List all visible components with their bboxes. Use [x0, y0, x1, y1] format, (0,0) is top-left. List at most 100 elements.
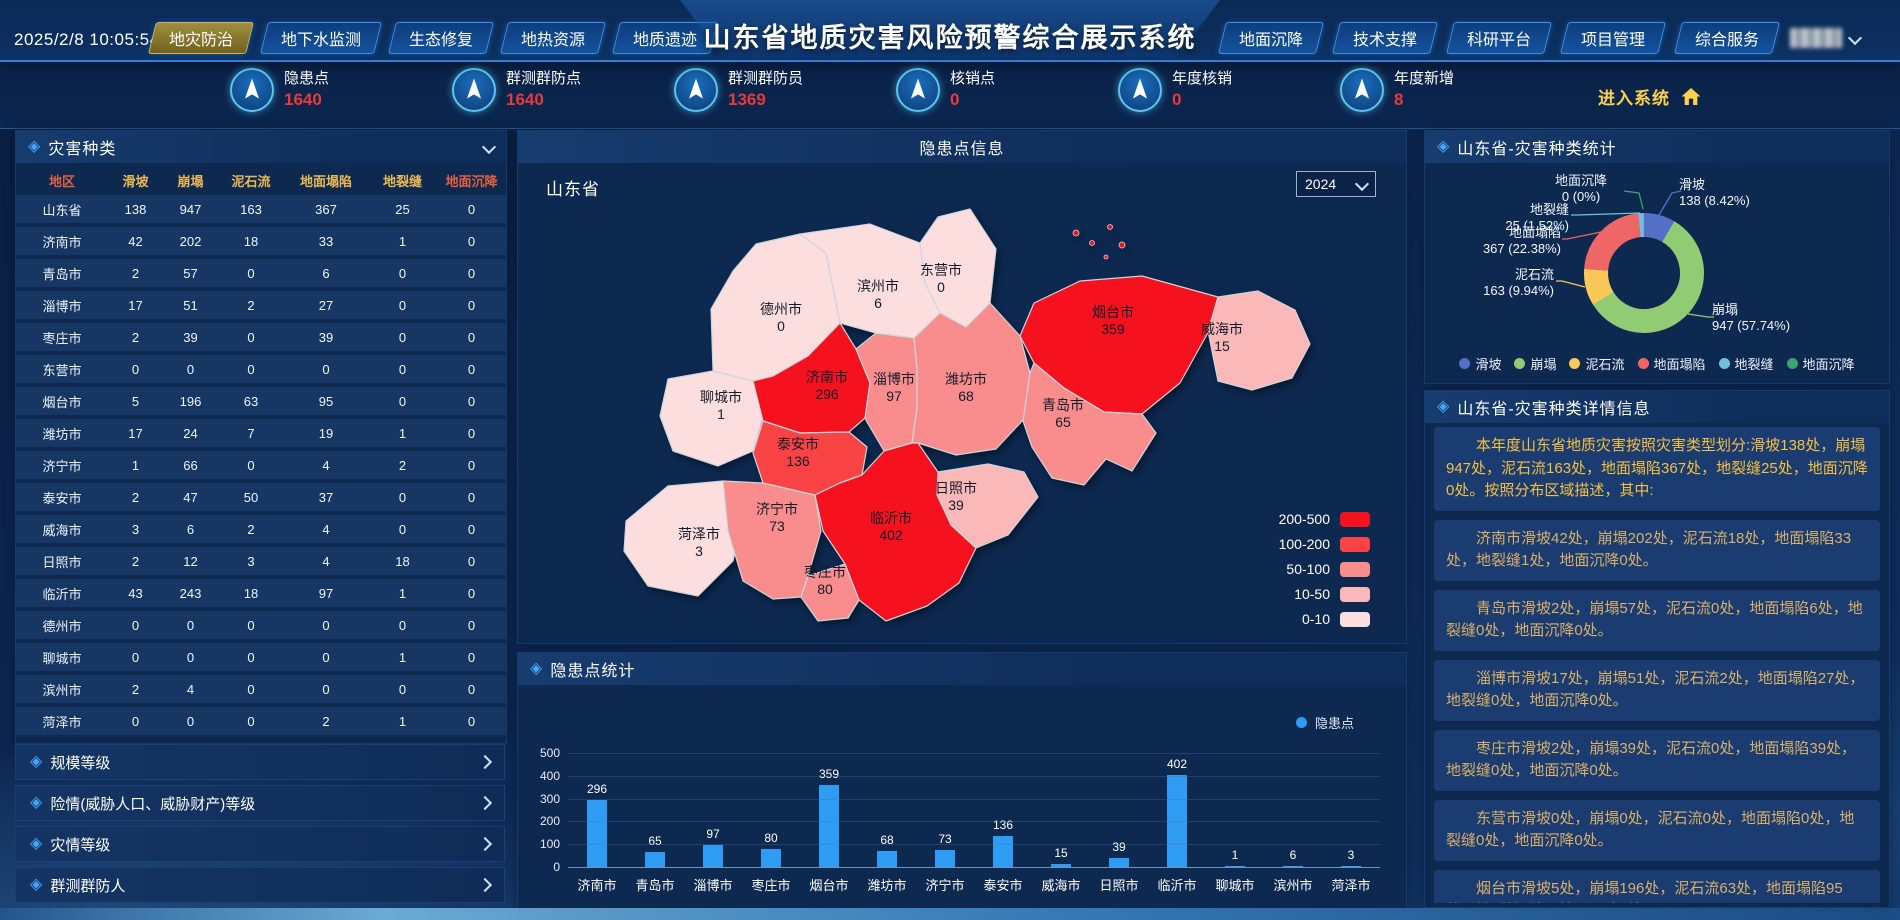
section-label: 灾情等级 [50, 834, 472, 855]
table-row[interactable]: 菏泽市000210 [16, 707, 506, 735]
table-cell: 138 [108, 202, 163, 217]
table-row[interactable]: 烟台市5196639500 [16, 387, 506, 415]
table-row[interactable]: 青岛市2570600 [16, 259, 506, 287]
enter-system-button[interactable]: 进入系统 [1598, 84, 1702, 109]
bar[interactable] [1225, 866, 1245, 867]
stat-texts: 群测群防员1369 [728, 68, 803, 110]
beacon-icon [896, 68, 940, 112]
beacon-icon [1340, 68, 1384, 112]
bar-slot: 402临沂市 [1148, 753, 1206, 867]
table-row[interactable]: 山东省138947163367250 [16, 195, 506, 223]
legend-item[interactable]: 地面沉降 [1787, 354, 1855, 373]
table-cell: 4 [163, 682, 218, 697]
table-cell: 0 [108, 362, 163, 377]
legend-range-label: 100-200 [1279, 536, 1330, 552]
bar-value: 402 [1148, 757, 1206, 771]
table-row[interactable]: 淄博市175122700 [16, 291, 506, 319]
table-cell: 0 [437, 394, 506, 409]
table-cell: 济南市 [16, 232, 108, 251]
pie-callout-line [1688, 314, 1714, 317]
stat-label: 年度核销 [1172, 70, 1232, 89]
chevron-down-icon [1848, 31, 1862, 45]
bar-slot: 359烟台市 [800, 753, 858, 867]
table-cell: 0 [163, 650, 218, 665]
chevron-right-icon [478, 878, 492, 892]
map-region-威海市[interactable] [1208, 291, 1310, 390]
map-region-聊城市[interactable] [660, 371, 763, 466]
bar[interactable] [1341, 866, 1361, 867]
section-灾情等级[interactable]: ◈灾情等级 [15, 826, 505, 862]
bar[interactable] [703, 845, 723, 867]
table-row[interactable]: 临沂市43243189710 [16, 579, 506, 607]
legend-swatch [1340, 612, 1370, 627]
bar[interactable] [1283, 866, 1303, 867]
bar-legend[interactable]: 隐患点 [1296, 713, 1354, 732]
pie-callout-line [1659, 191, 1681, 215]
bar[interactable] [819, 785, 839, 867]
table-cell: 95 [284, 394, 368, 409]
table-row[interactable]: 潍坊市172471910 [16, 419, 506, 447]
table-row[interactable]: 东营市000000 [16, 355, 506, 383]
section-群测群防人[interactable]: ◈群测群防人 [15, 867, 505, 903]
title-banner: 山东省地质灾害风险预警综合展示系统 [650, 0, 1250, 60]
nav-tab-地下水监测[interactable]: 地下水监测 [260, 22, 382, 54]
table-cell: 947 [163, 202, 218, 217]
panel-title: 山东省-灾害种类详情信息 [1457, 395, 1650, 419]
nav-tab-综合服务[interactable]: 综合服务 [1674, 22, 1780, 54]
table-cell: 济宁市 [16, 456, 108, 475]
details-list[interactable]: 本年度山东省地质灾害按照灾害类型划分:滑坡138处，崩塌947处，泥石流163处… [1430, 427, 1884, 903]
section-规模等级[interactable]: ◈规模等级 [15, 744, 505, 780]
legend-item[interactable]: 地面塌陷 [1638, 354, 1706, 373]
table-row[interactable]: 威海市362400 [16, 515, 506, 543]
table-row[interactable]: 日照市21234180 [16, 547, 506, 575]
table-row[interactable]: 济宁市1660420 [16, 451, 506, 479]
nav-tab-生态修复[interactable]: 生态修复 [388, 22, 494, 54]
nav-tab-地面沉降[interactable]: 地面沉降 [1218, 22, 1324, 54]
section-险情(威胁人口、威胁财产)等级[interactable]: ◈险情(威胁人口、威胁财产)等级 [15, 785, 505, 821]
panel-title: 灾害种类 [48, 135, 116, 159]
nav-tab-项目管理[interactable]: 项目管理 [1560, 22, 1666, 54]
bar[interactable] [993, 836, 1013, 867]
table-cell: 63 [218, 394, 284, 409]
nav-tab-科研平台[interactable]: 科研平台 [1446, 22, 1552, 54]
bottom-glow-strip [0, 908, 1900, 920]
table-row[interactable]: 聊城市000010 [16, 643, 506, 671]
table-row[interactable]: 滨州市240000 [16, 675, 506, 703]
year-select[interactable]: 2024 [1296, 171, 1376, 197]
table-body: 山东省138947163367250 济南市42202183310 青岛市25706… [16, 195, 506, 735]
table-row[interactable]: 济南市42202183310 [16, 227, 506, 255]
legend-range-label: 50-100 [1286, 561, 1330, 577]
legend-item[interactable]: 地裂缝 [1719, 354, 1774, 373]
table-cell: 1 [368, 586, 437, 601]
user-menu[interactable] [1790, 28, 1860, 48]
detail-item-intro: 本年度山东省地质灾害按照灾害类型划分:滑坡138处，崩塌947处，泥石流163处… [1434, 427, 1880, 511]
table-cell: 0 [368, 682, 437, 697]
stat-texts: 隐患点1640 [284, 68, 329, 110]
legend-item[interactable]: 泥石流 [1569, 354, 1624, 373]
pie-callout-line [1556, 281, 1585, 287]
bar[interactable] [1051, 864, 1071, 867]
table-cell: 0 [437, 330, 506, 345]
bar[interactable] [935, 850, 955, 867]
table-cell: 19 [284, 426, 368, 441]
avatar [1790, 28, 1842, 48]
bar[interactable] [877, 851, 897, 867]
table-row[interactable]: 枣庄市23903900 [16, 323, 506, 351]
nav-tab-地热资源[interactable]: 地热资源 [500, 22, 606, 54]
nav-tab-地灾防治[interactable]: 地灾防治 [148, 22, 254, 54]
year-select-value: 2024 [1305, 176, 1336, 192]
table-cell: 0 [218, 458, 284, 473]
bar[interactable] [645, 852, 665, 867]
bar[interactable] [587, 800, 607, 867]
legend-swatch [1340, 587, 1370, 602]
disaster-type-header[interactable]: ◈ 灾害种类 [16, 131, 506, 163]
legend-item[interactable]: 滑坡 [1459, 354, 1501, 373]
table-cell: 196 [163, 394, 218, 409]
legend-item[interactable]: 崩塌 [1514, 354, 1556, 373]
nav-tab-技术支撑[interactable]: 技术支撑 [1332, 22, 1438, 54]
bar[interactable] [761, 849, 781, 867]
table-row[interactable]: 泰安市247503700 [16, 483, 506, 511]
bar[interactable] [1109, 858, 1129, 867]
table-row[interactable]: 德州市000000 [16, 611, 506, 639]
map-region-潍坊市[interactable] [912, 303, 1030, 455]
